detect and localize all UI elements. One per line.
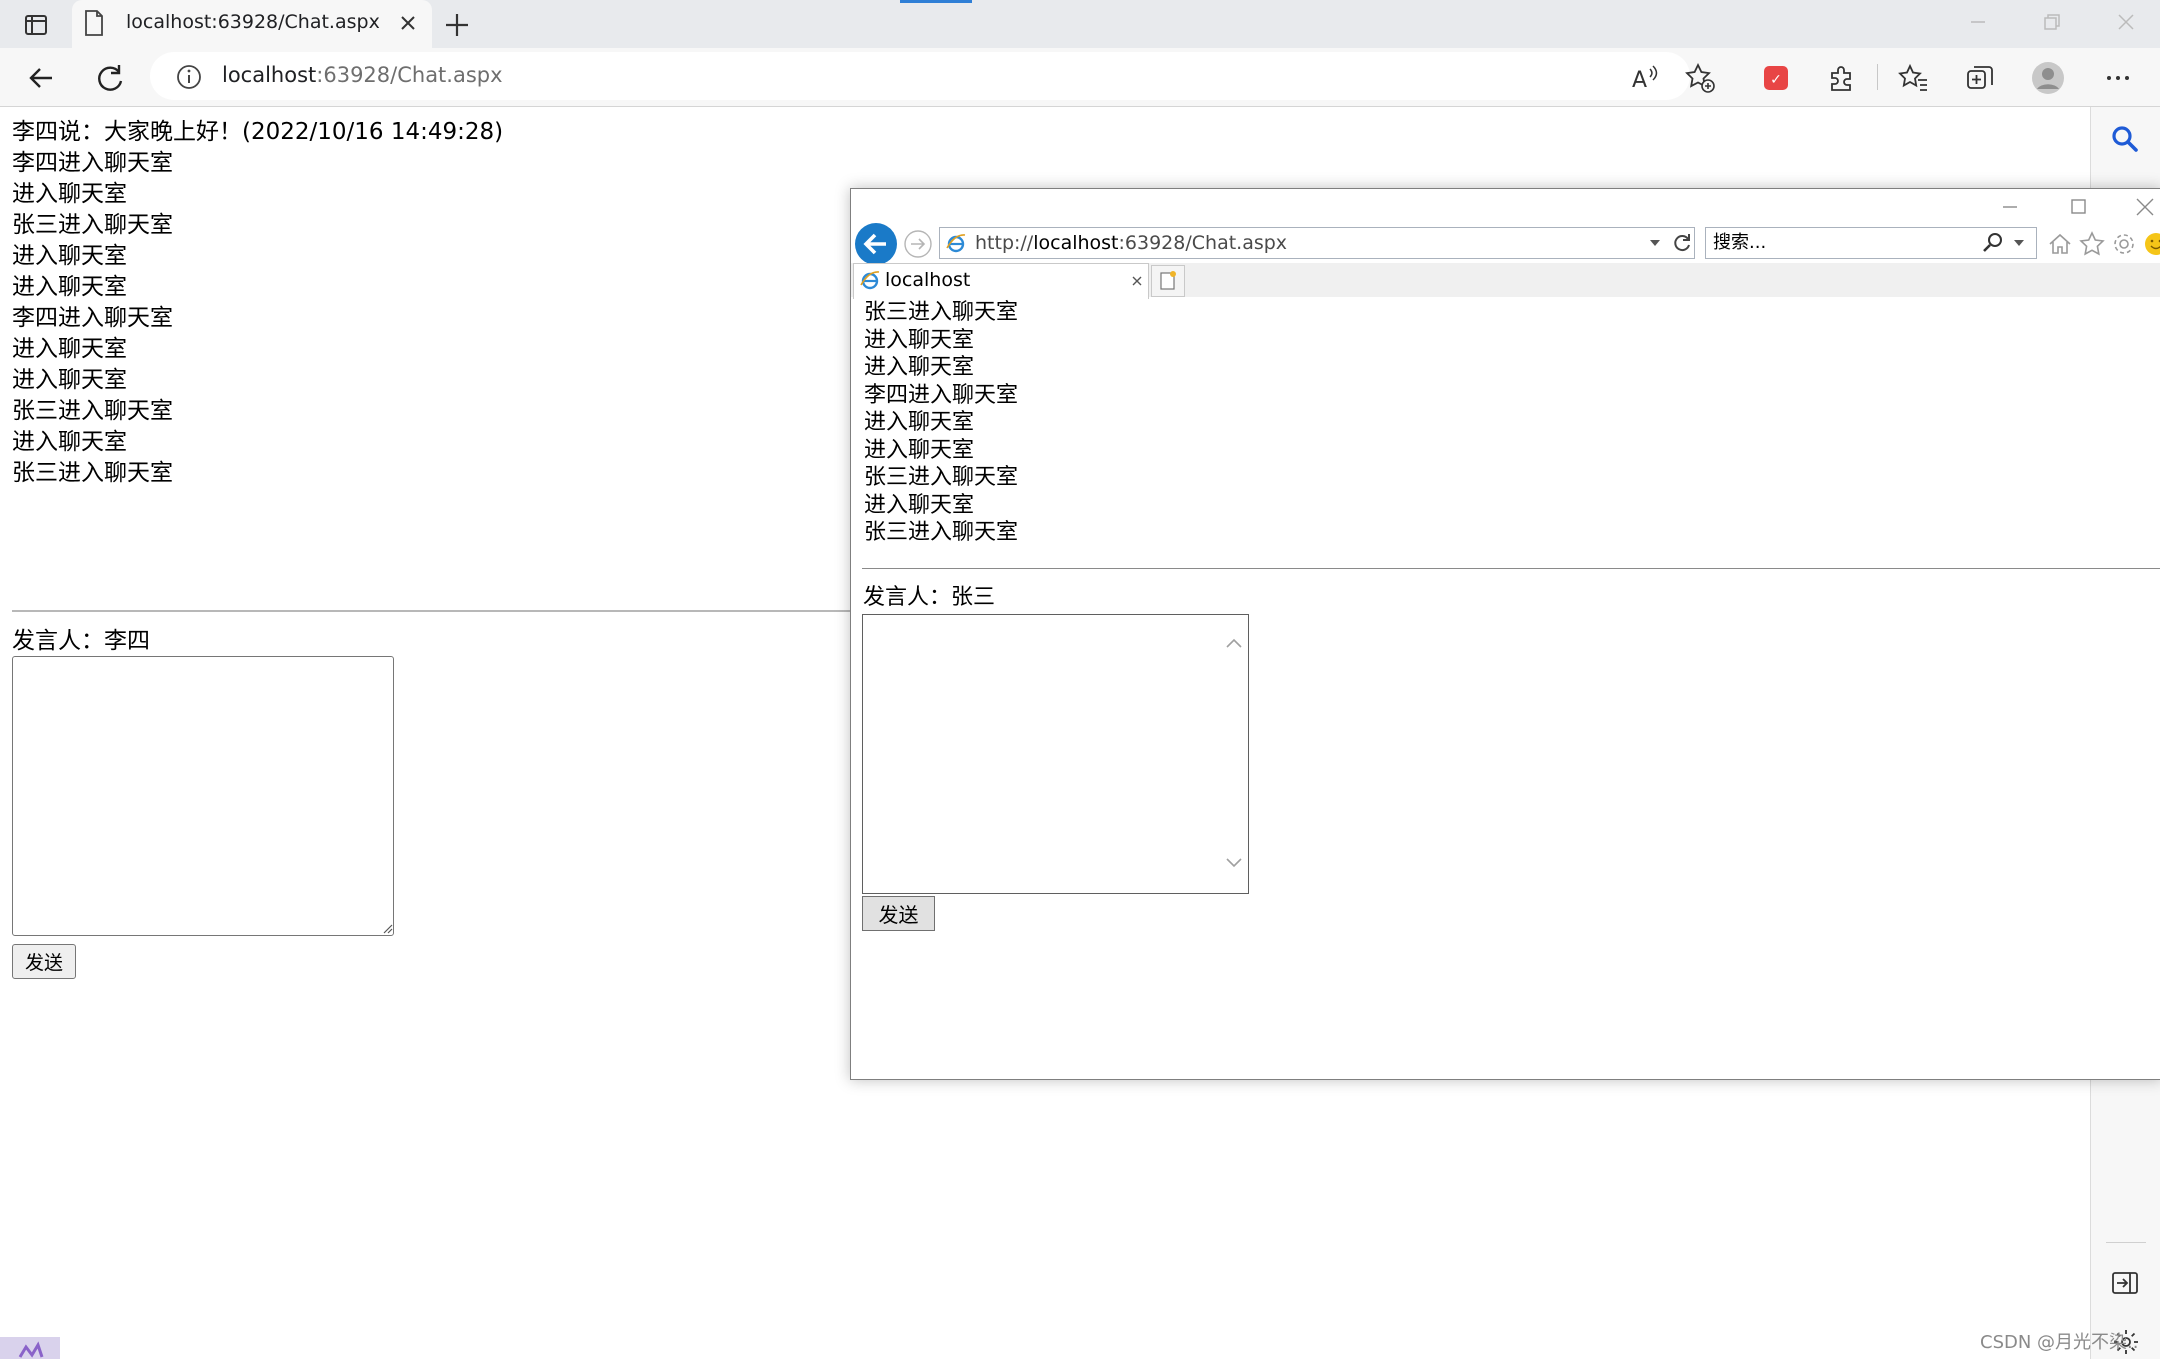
back-icon[interactable] (853, 221, 899, 267)
hide-sidebar-icon[interactable] (2110, 1268, 2140, 1298)
refresh-icon[interactable] (1671, 231, 1693, 253)
restore-icon[interactable] (2040, 10, 2064, 34)
minimize-icon[interactable] (1966, 10, 1990, 34)
svg-text:A: A (1632, 68, 1647, 93)
home-icon[interactable] (2047, 231, 2073, 257)
send-button[interactable]: 发送 (862, 896, 935, 931)
read-aloud-icon[interactable]: A (1624, 58, 1664, 98)
send-button[interactable]: 发送 (12, 944, 76, 979)
chat-message: 张三进入聊天室 (12, 398, 173, 424)
maximize-icon[interactable] (2067, 197, 2089, 217)
toolbar-separator (1877, 64, 1878, 90)
loading-indicator (900, 0, 972, 3)
close-tab-icon[interactable] (1131, 275, 1143, 287)
collections-icon[interactable] (1960, 58, 2000, 98)
divider (12, 610, 852, 612)
chat-message: 进入聊天室 (864, 328, 975, 353)
add-favorite-icon[interactable] (1680, 58, 1720, 98)
chat-message: 张三进入聊天室 (12, 460, 173, 486)
ie-favicon-icon (945, 232, 967, 254)
refresh-icon[interactable] (90, 58, 130, 98)
chat-message: 进入聊天室 (12, 274, 127, 300)
favorites-icon[interactable] (1894, 58, 1934, 98)
close-window-icon[interactable] (2114, 10, 2138, 34)
url-path: :63928/Chat.aspx (316, 63, 503, 87)
chat-message: 李四进入聊天室 (12, 305, 173, 331)
back-icon[interactable] (22, 58, 62, 98)
search-placeholder: 搜索... (1713, 232, 1767, 253)
chat-message: 进入聊天室 (864, 355, 975, 380)
ie-title-bar (851, 189, 2160, 221)
chat-message: 进入聊天室 (12, 336, 127, 362)
chat-message: 张三进入聊天室 (12, 212, 173, 238)
new-tab-icon[interactable] (440, 8, 474, 42)
svg-text:✓: ✓ (1770, 72, 1782, 88)
url-path: :63928/Chat.aspx (1118, 232, 1288, 254)
new-tab-icon[interactable] (1151, 265, 1185, 297)
tab-actions-icon[interactable] (14, 8, 58, 42)
textarea-scrollbar[interactable] (1222, 616, 1246, 892)
tab-title: localhost (885, 269, 971, 291)
divider (862, 568, 2160, 569)
chat-message: 李四进入聊天室 (12, 150, 173, 176)
search-icon[interactable] (2110, 124, 2140, 154)
search-dropdown-icon[interactable] (2013, 239, 2025, 247)
favorites-icon[interactable] (2079, 231, 2105, 257)
ie-favicon-icon (859, 269, 881, 291)
close-tab-icon[interactable] (396, 11, 420, 35)
url-scheme: http:// (975, 232, 1034, 254)
resize-grip-icon[interactable] (381, 922, 393, 934)
address-url[interactable]: localhost:63928/Chat.aspx (222, 63, 503, 87)
close-window-icon[interactable] (2133, 195, 2157, 219)
url-host: localhost (222, 63, 317, 87)
chat-message: 进入聊天室 (12, 181, 127, 207)
chat-message: 进入聊天室 (12, 367, 127, 393)
chat-message: 张三进入聊天室 (864, 300, 1019, 325)
chat-message: 进入聊天室 (12, 243, 127, 269)
feedback-smiley-icon[interactable] (2143, 231, 2160, 257)
visual-studio-icon (0, 1337, 60, 1359)
page-icon (84, 10, 104, 36)
address-url[interactable]: http://localhost:63928/Chat.aspx (975, 229, 1287, 257)
chat-message: 李四进入聊天室 (864, 383, 1019, 408)
speaker-label: 发言人：李四 (12, 628, 150, 654)
minimize-icon[interactable] (1999, 197, 2021, 217)
url-host: localhost (1033, 232, 1119, 254)
chat-message: 张三进入聊天室 (864, 465, 1019, 490)
chat-message: 进入聊天室 (864, 410, 975, 435)
speaker-label: 发言人：张三 (863, 585, 996, 610)
scroll-down-icon[interactable] (1224, 856, 1244, 870)
site-info-icon[interactable] (174, 62, 204, 92)
scroll-up-icon[interactable] (1224, 636, 1244, 650)
settings-gear-icon[interactable] (2111, 231, 2137, 257)
extensions-icon[interactable] (1822, 58, 1862, 98)
extension-red-icon[interactable]: ✓ (1756, 58, 1796, 98)
chat-message: 进入聊天室 (864, 438, 975, 463)
message-input[interactable] (862, 614, 1249, 894)
chat-message: 李四说：大家晚上好！(2022/10/16 14:49:28) (12, 119, 504, 145)
more-icon[interactable] (2098, 58, 2138, 98)
sidebar-divider (2106, 1242, 2146, 1243)
address-dropdown-icon[interactable] (1649, 239, 1661, 247)
message-input[interactable] (12, 656, 394, 936)
chat-message: 进入聊天室 (864, 493, 975, 518)
watermark: CSDN @月光不染.. (1980, 1332, 2139, 1353)
chat-message: 张三进入聊天室 (864, 520, 1019, 545)
tab-title: localhost:63928/Chat.aspx (126, 11, 380, 33)
chat-message: 进入聊天室 (12, 429, 127, 455)
profile-icon[interactable] (2028, 58, 2068, 98)
search-icon[interactable] (1981, 232, 2005, 254)
forward-icon[interactable] (903, 229, 933, 259)
